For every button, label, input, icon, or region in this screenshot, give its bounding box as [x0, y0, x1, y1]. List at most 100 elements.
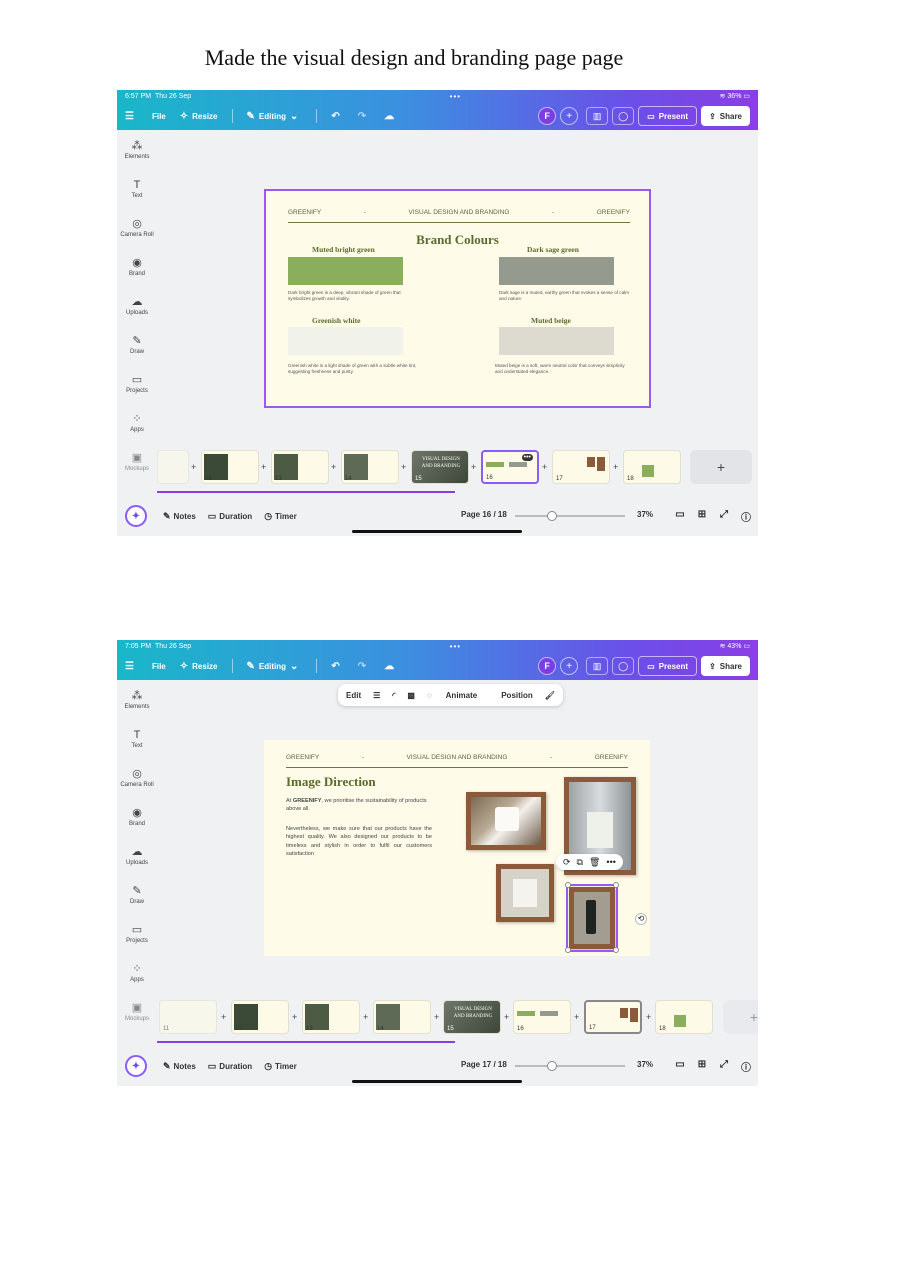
page-thumbnail-selected[interactable]: ••• 16 [481, 450, 539, 484]
add-page-between-icon[interactable]: + [331, 462, 336, 472]
insights-button[interactable]: ▥ [586, 657, 609, 675]
swatch-greenish-white[interactable] [288, 327, 403, 355]
sidebar-item-camera-roll[interactable]: ◎ Camera Roll [117, 208, 157, 247]
redo-button[interactable]: ↷ [358, 111, 370, 122]
sidebar-item-elements[interactable]: ⁂ Elements [117, 130, 157, 169]
sidebar-item-text[interactable]: T Text [117, 719, 157, 758]
more-icon[interactable]: ••• [521, 454, 533, 461]
insights-button[interactable]: ▥ [586, 107, 609, 125]
sidebar-item-uploads[interactable]: ☁ Uploads [117, 836, 157, 875]
multitask-dots-icon[interactable]: ••• [450, 642, 461, 651]
help-icon[interactable]: ⓘ [735, 1059, 757, 1074]
invite-button[interactable]: + [560, 107, 579, 125]
grid-view-icon[interactable]: ⊞ [691, 509, 713, 524]
resize-button[interactable]: ✧ Resize [180, 111, 218, 122]
resize-button[interactable]: ✧ Resize [180, 661, 218, 672]
zoom-slider[interactable] [515, 1061, 625, 1071]
cloud-save-button[interactable]: ☁ [384, 111, 398, 122]
redo-button[interactable]: ↷ [358, 661, 370, 672]
duration-button[interactable]: ▭ Duration [208, 511, 252, 522]
page-thumbnail[interactable]: 13 [271, 450, 329, 484]
cloud-save-button[interactable]: ☁ [384, 661, 398, 672]
page-thumbnail[interactable]: 11 [159, 1000, 217, 1034]
add-page-button[interactable]: + [690, 450, 752, 484]
invite-button[interactable]: + [560, 657, 579, 675]
add-page-between-icon[interactable]: + [646, 1012, 651, 1022]
sidebar-item-camera-roll[interactable]: ◎ Camera Roll [117, 758, 157, 797]
page-thumbnail-selected[interactable]: 17 [584, 1000, 642, 1034]
page-indicator[interactable]: Page 16 / 18 [461, 510, 507, 519]
page-thumbnail[interactable]: 12 [201, 450, 259, 484]
add-page-between-icon[interactable]: + [504, 1012, 509, 1022]
add-page-between-icon[interactable]: + [261, 462, 266, 472]
file-menu[interactable]: File [152, 662, 166, 671]
sidebar-item-mockups[interactable]: ▣ Mockups [117, 442, 157, 481]
add-page-between-icon[interactable]: + [221, 1012, 226, 1022]
slide-brand-colours[interactable]: GREENIFY - VISUAL DESIGN AND BRANDING - … [264, 189, 651, 408]
swatch-muted-bright-green[interactable] [288, 257, 403, 285]
present-button[interactable]: ▭ Present [638, 106, 698, 126]
undo-button[interactable]: ↶ [331, 111, 343, 122]
resize-handle[interactable] [565, 882, 571, 888]
add-page-between-icon[interactable]: + [191, 462, 196, 472]
sidebar-item-mockups[interactable]: ▣ Mockups [117, 992, 157, 1031]
sidebar-item-elements[interactable]: ⁂ Elements [117, 680, 157, 719]
timer-button[interactable]: ◷ Timer [264, 511, 297, 522]
framed-photo-tote-flowers[interactable] [496, 864, 554, 922]
notes-button[interactable]: ✎ Notes [163, 511, 196, 522]
sidebar-item-uploads[interactable]: ☁ Uploads [117, 286, 157, 325]
resize-handle[interactable] [565, 947, 571, 953]
avatar[interactable]: F [538, 657, 557, 675]
slide-image-direction[interactable]: GREENIFY - VISUAL DESIGN AND BRANDING - … [264, 740, 650, 956]
duration-button[interactable]: ▭ Duration [208, 1061, 252, 1072]
magic-assistant-button[interactable]: ✦ [125, 1055, 147, 1077]
file-menu[interactable]: File [152, 112, 166, 121]
menu-button[interactable]: ☰ [125, 661, 138, 672]
sidebar-item-brand[interactable]: ◉ Brand [117, 247, 157, 286]
page-thumbnail[interactable]: 17 [552, 450, 610, 484]
zoom-level[interactable]: 37% [637, 510, 653, 519]
page-thumbnail[interactable]: 16 [513, 1000, 571, 1034]
add-page-between-icon[interactable]: + [613, 462, 618, 472]
add-page-between-icon[interactable]: + [401, 462, 406, 472]
more-options-icon[interactable]: ••• [606, 857, 615, 867]
page-view-icon[interactable]: ▭ [669, 1059, 691, 1074]
zoom-slider-handle[interactable] [547, 511, 557, 521]
page-thumbnail[interactable]: 14 [373, 1000, 431, 1034]
zoom-slider-handle[interactable] [547, 1061, 557, 1071]
comments-button[interactable]: ◯ [612, 657, 635, 675]
page-thumbnail[interactable]: 12 [231, 1000, 289, 1034]
swatch-muted-beige[interactable] [499, 327, 614, 355]
rotate-handle-icon[interactable]: ⟲ [635, 913, 647, 925]
page-thumbnail[interactable]: VISUAL DESIGN AND BRANDING 15 [443, 1000, 501, 1034]
present-button[interactable]: ▭ Present [638, 656, 698, 676]
avatar[interactable]: F [538, 107, 557, 125]
page-thumbnail[interactable] [157, 450, 189, 484]
sidebar-item-apps[interactable]: ⁘ Apps [117, 403, 157, 442]
magic-assistant-button[interactable]: ✦ [125, 505, 147, 527]
resize-handle[interactable] [613, 947, 619, 953]
page-thumbnail[interactable]: 18 [655, 1000, 713, 1034]
sidebar-item-apps[interactable]: ⁘ Apps [117, 953, 157, 992]
add-page-between-icon[interactable]: + [434, 1012, 439, 1022]
menu-button[interactable]: ☰ [125, 111, 138, 122]
zoom-slider[interactable] [515, 511, 625, 521]
add-page-button[interactable]: + [723, 1000, 758, 1034]
editing-mode-dropdown[interactable]: ✎ Editing ⌄ [247, 111, 303, 122]
page-indicator[interactable]: Page 17 / 18 [461, 1060, 507, 1069]
help-icon[interactable]: ⓘ [735, 509, 757, 524]
fullscreen-icon[interactable]: ⤢ [713, 1059, 735, 1074]
page-view-icon[interactable]: ▭ [669, 509, 691, 524]
sidebar-item-projects[interactable]: ▭ Projects [117, 914, 157, 953]
page-thumbnail[interactable]: 14 [341, 450, 399, 484]
page-thumbnail[interactable]: VISUAL DESIGN AND BRANDING 15 [411, 450, 469, 484]
sidebar-item-brand[interactable]: ◉ Brand [117, 797, 157, 836]
swatch-dark-sage-green[interactable] [499, 257, 614, 285]
delete-icon[interactable]: 🗑 [589, 857, 600, 868]
sidebar-item-text[interactable]: T Text [117, 169, 157, 208]
share-button[interactable]: ⇪ Share [701, 106, 750, 126]
add-page-between-icon[interactable]: + [471, 462, 476, 472]
notes-button[interactable]: ✎ Notes [163, 1061, 196, 1072]
sidebar-item-projects[interactable]: ▭ Projects [117, 364, 157, 403]
add-page-between-icon[interactable]: + [574, 1012, 579, 1022]
